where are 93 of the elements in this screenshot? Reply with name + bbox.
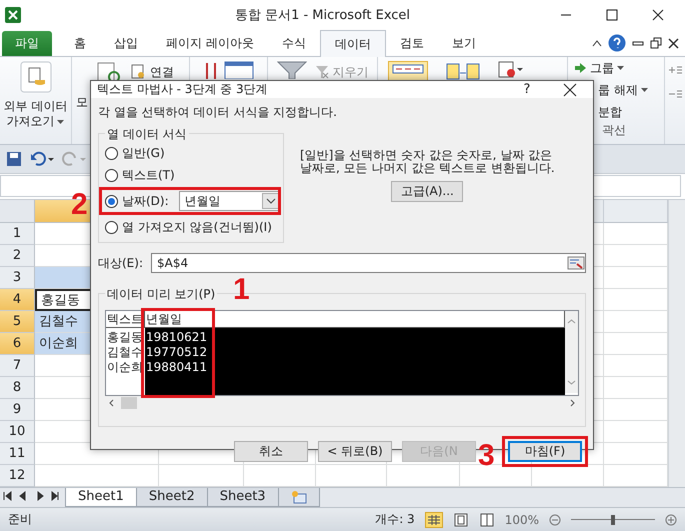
caret-icon[interactable] <box>640 88 648 93</box>
preview-column[interactable]: 19810621 19770512 19880411 <box>145 328 565 395</box>
ribbon-tab[interactable]: 수식 <box>268 31 320 56</box>
row-header[interactable]: 10 <box>0 420 35 443</box>
database-icon[interactable] <box>20 61 52 94</box>
slider-thumb[interactable] <box>611 514 615 525</box>
dialog-title: 텍스트 마법사 - 3단계 중 3단계 <box>97 81 269 98</box>
external-data-button[interactable]: 외부 데이터 가져오기 <box>4 99 68 130</box>
undo-icon[interactable] <box>30 151 54 168</box>
file-tab[interactable]: 파일 <box>2 31 52 56</box>
row-header[interactable]: 5 <box>0 310 35 333</box>
status-text: 준비 <box>8 511 32 528</box>
window-title: 통합 문서1 - Microsoft Excel <box>234 6 412 24</box>
row-header[interactable]: 11 <box>0 442 35 465</box>
hide-detail-icon[interactable] <box>668 89 682 100</box>
restore-icon[interactable] <box>650 37 662 50</box>
annotation-number: 1 <box>233 275 250 305</box>
dropdown-icon <box>262 193 280 209</box>
sort-icon[interactable] <box>204 61 218 80</box>
row-header[interactable]: 2 <box>0 244 35 267</box>
row-header[interactable]: 1 <box>0 222 35 245</box>
row-header[interactable]: 6 <box>0 332 35 355</box>
destination-label: 대상(E): <box>98 254 143 272</box>
group-label: 데이터 미리 보기(P) <box>105 286 218 303</box>
new-sheet-icon <box>290 490 307 504</box>
group-label: 곽선 <box>601 123 626 138</box>
refresh-button[interactable]: 모 <box>76 95 88 110</box>
preview-column-header[interactable]: 텍스트 <box>106 311 145 328</box>
zoom-level[interactable]: 100% <box>504 512 539 527</box>
save-icon[interactable] <box>6 151 22 168</box>
option-label[interactable]: 열 가져오지 않음(건너뜀)(I) <box>122 218 272 236</box>
zoom-in-icon[interactable] <box>665 514 677 526</box>
clear-filter-icon[interactable] <box>314 65 328 80</box>
count-text: 개수: 3 <box>375 511 415 528</box>
group-button[interactable]: 그룹 <box>590 60 624 77</box>
page-break-icon[interactable] <box>478 512 495 528</box>
normal-view-icon[interactable] <box>424 512 443 528</box>
format-note: [일반]을 선택하면 숫자 값은 숫자로, 날짜 값은 날짜로, 모든 나머지 값은 텍스트로 변환됩니다. <box>300 149 555 175</box>
remove-duplicates-icon[interactable] <box>446 61 480 82</box>
row-header[interactable]: 7 <box>0 354 35 377</box>
collapse-ribbon-icon[interactable] <box>592 39 602 48</box>
radio-button[interactable] <box>105 146 118 160</box>
sheet-tab[interactable]: Sheet1 <box>65 488 137 507</box>
help-icon[interactable] <box>608 34 626 52</box>
ribbon-tab[interactable]: 보기 <box>438 31 490 56</box>
row-header[interactable]: 8 <box>0 376 35 399</box>
ungroup-button[interactable]: 룹 해제 <box>598 82 648 99</box>
show-detail-icon[interactable] <box>668 65 682 76</box>
ribbon-tab[interactable]: 페이지 레이아웃 <box>152 31 268 56</box>
sheet-tab[interactable]: Sheet2 <box>136 488 208 507</box>
ribbon-tab[interactable]: 홈 <box>60 31 100 56</box>
option-label[interactable]: 일반(G) <box>122 144 165 162</box>
preview-cell-text: 홍길동 <box>106 330 144 345</box>
radio-button[interactable] <box>105 220 118 234</box>
advanced-button[interactable]: 고급(A)... <box>391 181 464 202</box>
row-header[interactable]: 3 <box>0 266 35 289</box>
arrow-right-icon[interactable] <box>574 63 586 74</box>
collapse-dialog-icon <box>567 256 585 270</box>
option-label[interactable]: 텍스트(T) <box>122 166 175 184</box>
row-header[interactable]: 4 <box>0 288 35 311</box>
vertical-scrollbar[interactable] <box>668 200 685 487</box>
vertical-scrollbar[interactable] <box>565 311 578 393</box>
excel-logo-icon <box>4 6 22 24</box>
dialog-button[interactable]: < 뒤로(B) <box>318 441 392 462</box>
data-validation-icon[interactable] <box>498 61 524 80</box>
group-label: 열 데이터 서식 <box>105 126 189 143</box>
caret-icon[interactable] <box>617 66 624 71</box>
new-sheet-tab[interactable] <box>278 488 320 507</box>
ribbon-tab[interactable]: 데이터 <box>320 30 386 58</box>
destination-field[interactable]: $A$4 <box>151 253 586 273</box>
subtotal-button[interactable]: 분합 <box>598 104 622 121</box>
sheet-tab[interactable]: Sheet3 <box>206 488 279 507</box>
caret-icon[interactable] <box>57 120 64 124</box>
instruction-text: 각 열을 선택하여 데이터 서식을 지정합니다. <box>98 104 338 121</box>
radio-button[interactable] <box>105 194 118 208</box>
sort-icon[interactable] <box>224 61 254 80</box>
close-icon[interactable] <box>668 38 679 49</box>
row-header[interactable]: 9 <box>0 398 35 421</box>
date-format-select[interactable]: 년월일 <box>178 191 281 211</box>
connections-icon[interactable] <box>130 64 146 80</box>
help-button[interactable]: ? <box>507 82 547 97</box>
ribbon-tab[interactable]: 검토 <box>386 31 438 56</box>
preview-cell-text: 이순희 <box>106 360 144 375</box>
page-layout-icon[interactable] <box>452 512 469 528</box>
zoom-out-icon[interactable] <box>549 514 561 526</box>
ribbon-tab[interactable]: 삽입 <box>100 31 152 56</box>
preview-column-header[interactable]: 년월일 <box>145 311 565 328</box>
row-header[interactable]: 12 <box>0 464 35 487</box>
dialog-button[interactable]: 취소 <box>234 441 308 462</box>
connections-button[interactable]: 연결 <box>150 64 174 81</box>
dialog-button[interactable]: 마침(F) <box>508 441 582 462</box>
radio-button[interactable] <box>105 168 118 182</box>
option-label[interactable]: 날짜(D): <box>122 192 169 210</box>
